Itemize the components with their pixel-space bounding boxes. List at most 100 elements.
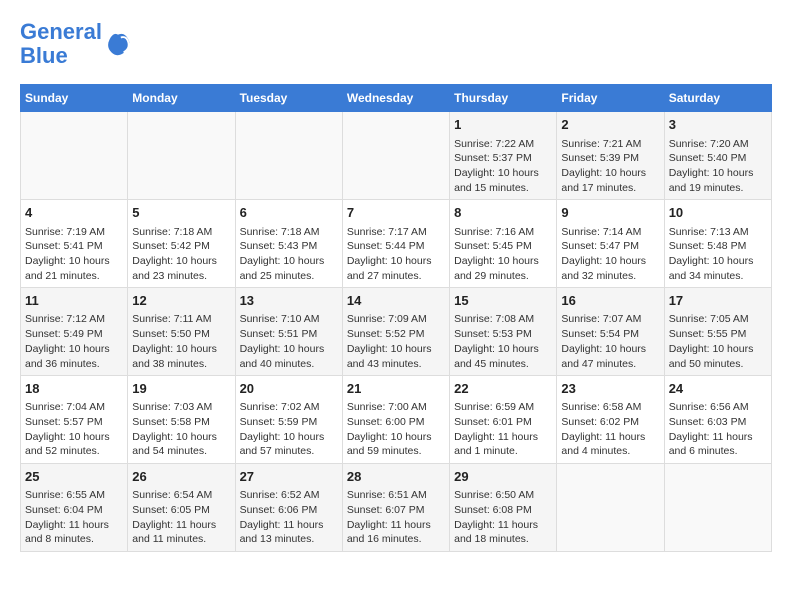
calendar-cell: 11Sunrise: 7:12 AMSunset: 5:49 PMDayligh… [21, 288, 128, 376]
calendar-table: SundayMondayTuesdayWednesdayThursdayFrid… [20, 84, 772, 552]
day-info: Sunrise: 7:11 AMSunset: 5:50 PMDaylight:… [132, 312, 230, 371]
day-info: Sunrise: 7:21 AMSunset: 5:39 PMDaylight:… [561, 137, 659, 196]
day-info: Sunrise: 7:10 AMSunset: 5:51 PMDaylight:… [240, 312, 338, 371]
col-header-thursday: Thursday [450, 85, 557, 112]
logo: General Blue [20, 20, 132, 68]
calendar-cell: 23 Sunrise: 6:58 AMSunset: 6:02 PMDayligh… [557, 376, 664, 464]
day-number: 28 [347, 468, 445, 486]
day-number: 2 [561, 116, 659, 134]
day-info: Sunrise: 7:13 AMSunset: 5:48 PMDaylight:… [669, 225, 767, 284]
day-number: 9 [561, 204, 659, 222]
calendar-cell [235, 112, 342, 200]
day-info: Sunrise: 6:54 AMSunset: 6:05 PMDaylight:… [132, 488, 230, 547]
calendar-cell: 26 Sunrise: 6:54 AMSunset: 6:05 PMDayligh… [128, 464, 235, 552]
day-number: 14 [347, 292, 445, 310]
day-info: Sunrise: 7:14 AMSunset: 5:47 PMDaylight:… [561, 225, 659, 284]
calendar-cell: 2 Sunrise: 7:21 AMSunset: 5:39 PMDaylight… [557, 112, 664, 200]
day-info: Sunrise: 7:17 AMSunset: 5:44 PMDaylight:… [347, 225, 445, 284]
col-header-sunday: Sunday [21, 85, 128, 112]
calendar-cell: 13 Sunrise: 7:10 AMSunset: 5:51 PMDayligh… [235, 288, 342, 376]
day-number: 12 [132, 292, 230, 310]
calendar-cell: 9 Sunrise: 7:14 AMSunset: 5:47 PMDaylight… [557, 200, 664, 288]
day-number: 4 [25, 204, 123, 222]
calendar-cell: 28 Sunrise: 6:51 AMSunset: 6:07 PMDayligh… [342, 464, 449, 552]
calendar-cell [557, 464, 664, 552]
day-number: 5 [132, 204, 230, 222]
day-number: 27 [240, 468, 338, 486]
col-header-saturday: Saturday [664, 85, 771, 112]
day-number: 18 [25, 380, 123, 398]
day-info: Sunrise: 7:22 AMSunset: 5:37 PMDaylight:… [454, 137, 552, 196]
day-number: 10 [669, 204, 767, 222]
day-number: 15 [454, 292, 552, 310]
day-info: Sunrise: 7:16 AMSunset: 5:45 PMDaylight:… [454, 225, 552, 284]
calendar-cell: 4 Sunrise: 7:19 AMSunset: 5:41 PMDaylight… [21, 200, 128, 288]
day-number: 19 [132, 380, 230, 398]
day-info: Sunrise: 6:55 AMSunset: 6:04 PMDaylight:… [25, 488, 123, 547]
col-header-monday: Monday [128, 85, 235, 112]
calendar-week-row: 25 Sunrise: 6:55 AMSunset: 6:04 PMDayligh… [21, 464, 772, 552]
day-number: 25 [25, 468, 123, 486]
day-info: Sunrise: 7:05 AMSunset: 5:55 PMDaylight:… [669, 312, 767, 371]
day-number: 17 [669, 292, 767, 310]
col-header-friday: Friday [557, 85, 664, 112]
day-info: Sunrise: 6:52 AMSunset: 6:06 PMDaylight:… [240, 488, 338, 547]
day-number: 13 [240, 292, 338, 310]
logo-text: General Blue [20, 20, 102, 68]
calendar-cell: 21Sunrise: 7:00 AMSunset: 6:00 PMDayligh… [342, 376, 449, 464]
calendar-week-row: 1 Sunrise: 7:22 AMSunset: 5:37 PMDaylight… [21, 112, 772, 200]
calendar-cell: 27 Sunrise: 6:52 AMSunset: 6:06 PMDayligh… [235, 464, 342, 552]
calendar-cell: 16 Sunrise: 7:07 AMSunset: 5:54 PMDayligh… [557, 288, 664, 376]
calendar-cell: 24 Sunrise: 6:56 AMSunset: 6:03 PMDayligh… [664, 376, 771, 464]
day-number: 29 [454, 468, 552, 486]
day-info: Sunrise: 7:02 AMSunset: 5:59 PMDaylight:… [240, 400, 338, 459]
day-info: Sunrise: 6:51 AMSunset: 6:07 PMDaylight:… [347, 488, 445, 547]
calendar-cell: 5 Sunrise: 7:18 AMSunset: 5:42 PMDaylight… [128, 200, 235, 288]
day-number: 22 [454, 380, 552, 398]
day-number: 16 [561, 292, 659, 310]
calendar-cell: 6 Sunrise: 7:18 AMSunset: 5:43 PMDaylight… [235, 200, 342, 288]
calendar-cell: 22 Sunrise: 6:59 AMSunset: 6:01 PMDayligh… [450, 376, 557, 464]
day-number: 1 [454, 116, 552, 134]
page-header: General Blue [20, 20, 772, 68]
day-number: 26 [132, 468, 230, 486]
calendar-cell: 3 Sunrise: 7:20 AMSunset: 5:40 PMDaylight… [664, 112, 771, 200]
calendar-cell: 14 Sunrise: 7:09 AMSunset: 5:52 PMDayligh… [342, 288, 449, 376]
day-number: 20 [240, 380, 338, 398]
day-number: 24 [669, 380, 767, 398]
day-info: Sunrise: 7:07 AMSunset: 5:54 PMDaylight:… [561, 312, 659, 371]
day-info: Sunrise: 6:50 AMSunset: 6:08 PMDaylight:… [454, 488, 552, 547]
day-info: Sunrise: 7:18 AMSunset: 5:43 PMDaylight:… [240, 225, 338, 284]
calendar-cell: 12 Sunrise: 7:11 AMSunset: 5:50 PMDayligh… [128, 288, 235, 376]
day-info: Sunrise: 6:59 AMSunset: 6:01 PMDaylight:… [454, 400, 552, 459]
logo-icon [104, 30, 132, 58]
day-info: Sunrise: 7:04 AMSunset: 5:57 PMDaylight:… [25, 400, 123, 459]
day-info: Sunrise: 7:20 AMSunset: 5:40 PMDaylight:… [669, 137, 767, 196]
calendar-cell: 20 Sunrise: 7:02 AMSunset: 5:59 PMDayligh… [235, 376, 342, 464]
day-number: 23 [561, 380, 659, 398]
calendar-cell [21, 112, 128, 200]
calendar-cell [128, 112, 235, 200]
calendar-header-row: SundayMondayTuesdayWednesdayThursdayFrid… [21, 85, 772, 112]
day-info: Sunrise: 7:18 AMSunset: 5:42 PMDaylight:… [132, 225, 230, 284]
day-info: Sunrise: 7:00 AMSunset: 6:00 PMDaylight:… [347, 400, 445, 459]
calendar-week-row: 18 Sunrise: 7:04 AMSunset: 5:57 PMDayligh… [21, 376, 772, 464]
calendar-cell: 1 Sunrise: 7:22 AMSunset: 5:37 PMDaylight… [450, 112, 557, 200]
calendar-cell: 25 Sunrise: 6:55 AMSunset: 6:04 PMDayligh… [21, 464, 128, 552]
calendar-cell: 18 Sunrise: 7:04 AMSunset: 5:57 PMDayligh… [21, 376, 128, 464]
day-info: Sunrise: 7:08 AMSunset: 5:53 PMDaylight:… [454, 312, 552, 371]
calendar-cell: 10 Sunrise: 7:13 AMSunset: 5:48 PMDayligh… [664, 200, 771, 288]
day-info: Sunrise: 6:58 AMSunset: 6:02 PMDaylight:… [561, 400, 659, 459]
calendar-cell: 7Sunrise: 7:17 AMSunset: 5:44 PMDaylight… [342, 200, 449, 288]
calendar-week-row: 11Sunrise: 7:12 AMSunset: 5:49 PMDayligh… [21, 288, 772, 376]
day-number: 3 [669, 116, 767, 134]
col-header-wednesday: Wednesday [342, 85, 449, 112]
calendar-cell: 8Sunrise: 7:16 AMSunset: 5:45 PMDaylight… [450, 200, 557, 288]
day-number: 11 [25, 292, 123, 310]
calendar-cell: 17 Sunrise: 7:05 AMSunset: 5:55 PMDayligh… [664, 288, 771, 376]
day-info: Sunrise: 6:56 AMSunset: 6:03 PMDaylight:… [669, 400, 767, 459]
day-info: Sunrise: 7:19 AMSunset: 5:41 PMDaylight:… [25, 225, 123, 284]
day-info: Sunrise: 7:03 AMSunset: 5:58 PMDaylight:… [132, 400, 230, 459]
day-info: Sunrise: 7:09 AMSunset: 5:52 PMDaylight:… [347, 312, 445, 371]
day-number: 6 [240, 204, 338, 222]
